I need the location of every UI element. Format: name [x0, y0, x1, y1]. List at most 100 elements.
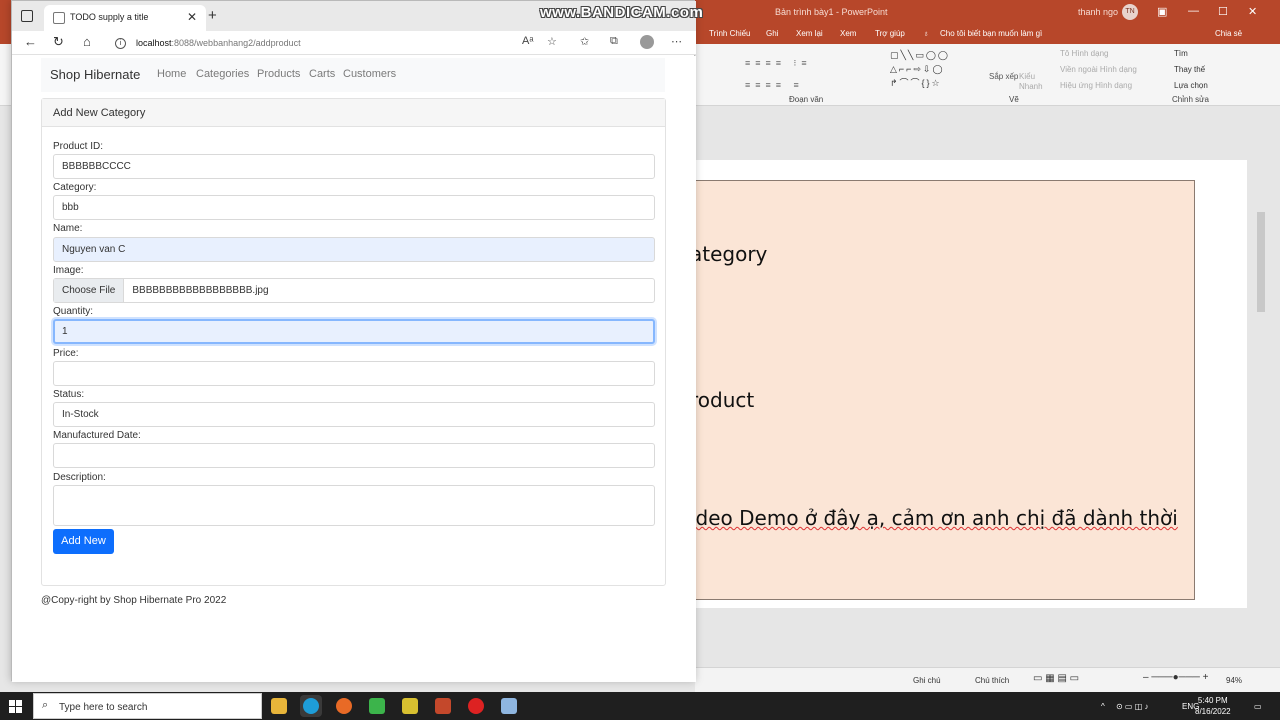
site-info-icon[interactable]: i	[115, 38, 126, 50]
add-product-card: Add New Category Product ID: BBBBBBCCCC …	[41, 98, 666, 586]
firefox-icon[interactable]	[333, 695, 355, 717]
notes-button[interactable]: Ghi chú	[913, 676, 941, 685]
browser-tab[interactable]: TODO supply a title ✕	[44, 5, 206, 31]
ppt-tell-me[interactable]: Cho tôi biết bạn muốn làm gì	[940, 29, 1042, 38]
shape-effects-button[interactable]: Hiệu ứng Hình dạng	[1060, 81, 1132, 90]
collections-icon[interactable]: ⧉	[610, 35, 618, 48]
ribbon-group-paragraph: Đoạn văn	[789, 95, 824, 104]
quick-styles-button[interactable]: Kiểu Nhanh	[1019, 72, 1043, 92]
category-input[interactable]: bbb	[53, 195, 655, 220]
slide-text-line-3[interactable]: ideo Demo ở đây ạ, cảm ơn anh chị đã dàn…	[690, 506, 1178, 530]
back-icon[interactable]: ←	[24, 34, 37, 49]
ppt-vertical-scrollbar[interactable]	[1257, 212, 1265, 312]
nav-home[interactable]: Home	[157, 68, 186, 80]
arrange-button[interactable]: Sắp xếp	[989, 72, 1018, 81]
slide-text-line-3-content: ideo Demo ở đây ạ, cảm ơn anh chị đã dàn…	[690, 506, 1178, 530]
edge-icon[interactable]	[300, 695, 322, 717]
shapes-gallery[interactable]: ▢╲╲▭◯◯ △⌐⌐⇨⇩◯ ↱⌒⌒{}☆	[890, 48, 978, 90]
address-bar[interactable]: i localhost:8088/webbanhang2/addproduct	[115, 34, 555, 52]
nav-customers[interactable]: Customers	[343, 68, 396, 80]
profile-avatar[interactable]	[640, 35, 654, 49]
ppt-user-name: thanh ngo	[1078, 7, 1119, 17]
image-file-input[interactable]: Choose File BBBBBBBBBBBBBBBBBB.jpg	[53, 278, 655, 303]
select-button[interactable]: Lựa chọn	[1174, 81, 1208, 90]
taskbar-search[interactable]: ⌕ Type here to search	[33, 693, 262, 719]
product-id-input[interactable]: BBBBBBCCCC	[53, 154, 655, 179]
close-icon[interactable]: ✕	[1248, 5, 1257, 18]
ribbon-display-icon[interactable]: ▣	[1157, 5, 1167, 18]
status-input[interactable]: In-Stock	[53, 402, 655, 427]
find-button[interactable]: Tìm	[1174, 49, 1188, 58]
clock-date: 8/16/2022	[1195, 707, 1231, 716]
app-blue-icon[interactable]	[498, 695, 520, 717]
name-input[interactable]: Nguyen van C	[53, 237, 655, 262]
zoom-slider[interactable]: – ───●─── +	[1143, 672, 1209, 683]
ppt-tab-slideshow[interactable]: Trình Chiếu	[709, 29, 751, 38]
tab-actions-icon[interactable]	[21, 10, 33, 22]
read-aloud-icon[interactable]: Aᵃ	[522, 35, 533, 47]
status-label: Status:	[53, 389, 85, 400]
ppt-tab-view[interactable]: Xem	[840, 29, 856, 38]
paragraph-align-icons[interactable]: ≡≡≡≡ ⁝≡ ≡≡≡≡ ≡	[745, 52, 812, 96]
close-tab-icon[interactable]: ✕	[187, 10, 197, 24]
url-path: :8088/webbanhang2/addproduct	[171, 38, 301, 48]
price-label: Price:	[53, 348, 79, 359]
favorite-star-icon[interactable]: ☆	[547, 35, 557, 48]
shape-outline-button[interactable]: Viền ngoài Hình dạng	[1060, 65, 1137, 74]
file-explorer-icon[interactable]	[268, 695, 290, 717]
ppt-status-bar: Ghi chú Chú thích ▭ ▦ ▤ ▭ – ───●─── + 94…	[695, 667, 1280, 692]
zoom-level[interactable]: 94%	[1226, 676, 1242, 685]
ppt-doc-title: Bản trình bày1 - PowerPoint	[775, 7, 888, 17]
taskbar-clock[interactable]: 5:40 PM 8/16/2022	[1195, 695, 1231, 717]
windows-start-icon[interactable]	[9, 700, 22, 713]
add-new-button[interactable]: Add New	[53, 529, 114, 554]
comments-button[interactable]: Chú thích	[975, 676, 1009, 685]
manufactured-date-input[interactable]	[53, 443, 655, 468]
nav-products[interactable]: Products	[257, 68, 300, 80]
slide-text-line-1[interactable]: ategory	[690, 242, 767, 266]
site-footer: @Copy-right by Shop Hibernate Pro 2022	[41, 595, 227, 606]
search-icon: ⌕	[42, 699, 49, 711]
taskbar-search-placeholder: Type here to search	[59, 702, 148, 713]
ribbon-group-drawing: Vẽ	[1009, 95, 1019, 104]
shape-fill-button[interactable]: Tô Hình dạng	[1060, 49, 1108, 58]
ppt-tab-help[interactable]: Trợ giúp	[875, 29, 905, 38]
notifications-icon[interactable]: ▭	[1254, 702, 1262, 711]
manufactured-date-label: Manufactured Date:	[53, 430, 141, 441]
new-tab-icon[interactable]: +	[208, 7, 217, 24]
nav-categories[interactable]: Categories	[196, 68, 249, 80]
category-label: Category:	[53, 182, 97, 193]
ppt-slide[interactable]	[695, 180, 1195, 600]
quantity-input[interactable]: 1	[53, 319, 655, 344]
app-yellow-icon[interactable]	[399, 695, 421, 717]
favorites-icon[interactable]: ✩	[580, 35, 589, 48]
name-label: Name:	[53, 223, 83, 234]
app-green-icon[interactable]	[366, 695, 388, 717]
powerpoint-icon[interactable]	[432, 695, 454, 717]
image-label: Image:	[53, 265, 84, 276]
browser-toolbar: ← ↻ ⌂ i localhost:8088/webbanhang2/addpro…	[12, 31, 696, 55]
slide-text-line-2[interactable]: roduct	[690, 388, 754, 412]
browser-window: TODO supply a title ✕ + ← ↻ ⌂ i localhost…	[11, 0, 696, 682]
ppt-tab-review[interactable]: Xem lại	[796, 29, 823, 38]
more-menu-icon[interactable]: ⋯	[671, 35, 682, 48]
home-icon[interactable]: ⌂	[83, 34, 91, 49]
tray-chevron-icon[interactable]: ^	[1101, 702, 1105, 711]
replace-button[interactable]: Thay thế	[1174, 65, 1205, 74]
choose-file-button[interactable]: Choose File	[54, 279, 125, 302]
maximize-icon[interactable]: ☐	[1218, 5, 1228, 18]
ppt-tab-record[interactable]: Ghi	[766, 29, 778, 38]
view-buttons-icons[interactable]: ▭ ▦ ▤ ▭	[1033, 673, 1079, 684]
minimize-icon[interactable]: —	[1188, 5, 1199, 17]
quantity-label: Quantity:	[53, 306, 94, 317]
ppt-avatar[interactable]: TN	[1122, 4, 1138, 20]
nav-carts[interactable]: Carts	[309, 68, 335, 80]
refresh-icon[interactable]: ↻	[53, 34, 64, 50]
site-brand[interactable]: Shop Hibernate	[50, 67, 140, 82]
description-textarea[interactable]	[53, 485, 655, 526]
price-input[interactable]	[53, 361, 655, 386]
ppt-share[interactable]: Chia sẻ	[1215, 29, 1242, 38]
bandicam-icon[interactable]	[465, 695, 487, 717]
lightbulb-icon: ♁	[923, 29, 929, 38]
tray-icons[interactable]: ⊙ ▭ ◫ ♪	[1116, 702, 1149, 711]
